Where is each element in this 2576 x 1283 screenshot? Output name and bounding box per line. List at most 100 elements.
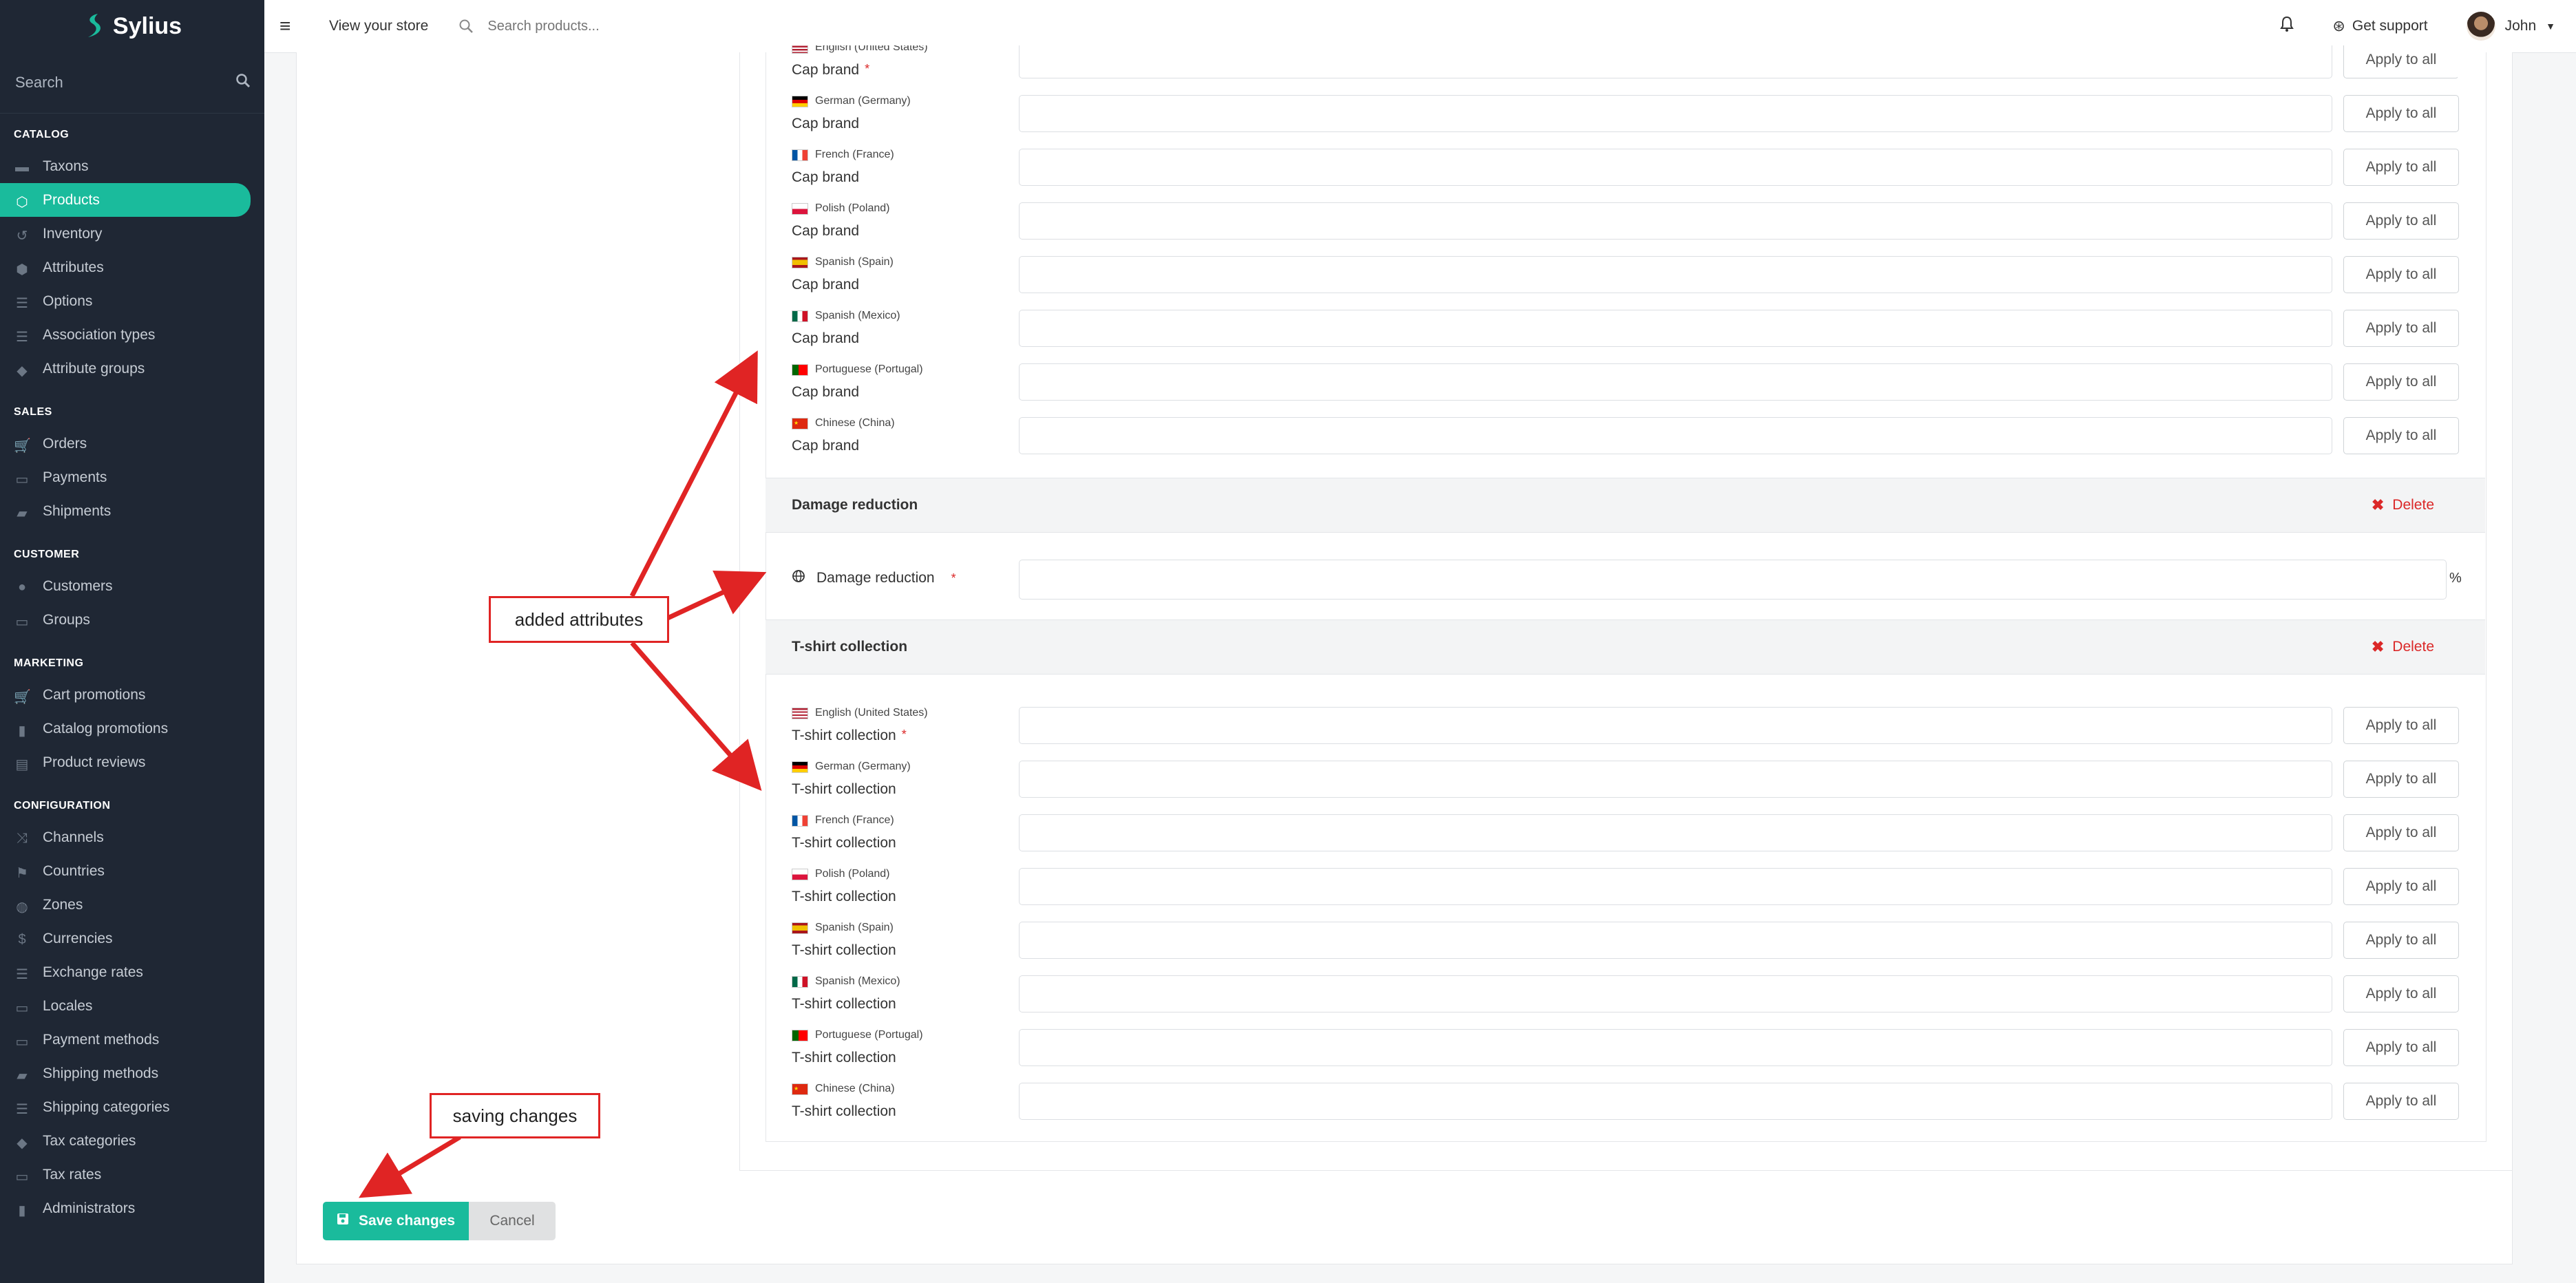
attribute-locale-row: Spanish (Spain) T-shirt collection Apply t… [792, 920, 2459, 974]
sidebar-item-attributes[interactable]: ⬢ Attributes [0, 251, 251, 284]
locale-label: German (Germany) [815, 95, 911, 107]
sidebar-item-groups[interactable]: ▭ Groups [0, 603, 251, 637]
attribute-value-input[interactable] [1019, 1029, 2332, 1066]
attribute-label-text: T-shirt collection [792, 889, 896, 904]
apply-to-all-button[interactable]: Apply to all [2343, 45, 2458, 78]
sidebar-item-tax-rates[interactable]: ▭ Tax rates [0, 1158, 251, 1191]
attribute-value-input[interactable] [1019, 310, 2332, 347]
apply-to-all-button[interactable]: Apply to all [2343, 814, 2459, 851]
cancel-button[interactable]: Cancel [469, 1202, 556, 1240]
attribute-value-input[interactable] [1019, 922, 2332, 959]
sidebar-nav: CATALOG ▬ Taxons ⬡ Products ↺ Inventory ⬢ Attrib… [0, 129, 264, 1225]
sidebar-item-payment-methods[interactable]: ▭ Payment methods [0, 1023, 251, 1057]
locale-label: Polish (Poland) [815, 868, 890, 880]
sidebar-item-taxons[interactable]: ▬ Taxons [0, 149, 251, 183]
caret-down-icon: ▼ [2546, 21, 2555, 32]
sidebar-item-association-types[interactable]: ☰ Association types [0, 318, 251, 352]
sidebar-item-attribute-groups[interactable]: ◆ Attribute groups [0, 352, 251, 385]
attribute-value-input[interactable] [1019, 1083, 2332, 1120]
apply-to-all-button[interactable]: Apply to all [2343, 761, 2459, 798]
sidebar-item-inventory[interactable]: ↺ Inventory [0, 217, 251, 251]
attribute-value-input[interactable] [1019, 417, 2332, 454]
apply-to-all-button[interactable]: Apply to all [2343, 149, 2459, 186]
apply-to-all-button[interactable]: Apply to all [2343, 922, 2459, 959]
search-icon[interactable] [235, 73, 251, 92]
attribute-label: T-shirt collection [792, 889, 896, 905]
attribute-value-input[interactable] [1019, 975, 2332, 1012]
apply-to-all-button[interactable]: Apply to all [2343, 363, 2459, 401]
apply-to-all-button[interactable]: Apply to all [2343, 1029, 2459, 1066]
user-menu[interactable]: John ▼ [2466, 12, 2555, 41]
attribute-value-input[interactable] [1019, 868, 2332, 905]
attribute-label: Cap brand [792, 330, 859, 347]
apply-to-all-button[interactable]: Apply to all [2343, 310, 2459, 347]
flag-pl-icon [792, 868, 808, 880]
attribute-value-input[interactable] [1019, 45, 2332, 78]
apply-to-all-button[interactable]: Apply to all [2343, 256, 2459, 293]
view-store-link[interactable]: View your store [329, 18, 428, 34]
payment-icon: ▭ [15, 471, 29, 487]
attribute-value-input[interactable] [1019, 202, 2332, 240]
sidebar-section-title: SALES [14, 406, 52, 418]
attribute-label-text: Cap brand [792, 438, 860, 454]
sidebar-item-countries[interactable]: ⚑ Countries [0, 854, 251, 888]
attribute-locale-row: Spanish (Mexico) Cap brand Apply to all [792, 308, 2459, 362]
apply-to-all-button[interactable]: Apply to all [2343, 975, 2459, 1012]
sidebar-item-products[interactable]: ⬡ Products [0, 183, 251, 217]
apply-to-all-button[interactable]: Apply to all [2343, 95, 2459, 132]
menu-toggle-icon[interactable]: ≡ [279, 15, 304, 37]
sidebar-item-shipping-methods[interactable]: ▰ Shipping methods [0, 1057, 251, 1090]
sidebar-item-tax-categories[interactable]: ◆ Tax categories [0, 1124, 251, 1158]
sidebar-item-currencies[interactable]: $ Currencies [0, 922, 251, 955]
apply-to-all-button[interactable]: Apply to all [2343, 202, 2459, 240]
attribute-value-input[interactable] [1019, 149, 2332, 186]
product-search-input[interactable] [486, 17, 765, 35]
save-changes-button[interactable]: Save changes [323, 1202, 469, 1240]
sidebar-item-shipments[interactable]: ▰ Shipments [0, 494, 251, 528]
sidebar-item-channels[interactable]: ⤨ Channels [0, 820, 251, 854]
sidebar-item-catalog-promotions[interactable]: ▮ Catalog promotions [0, 712, 251, 745]
sidebar-item-cart-promotions[interactable]: 🛒 Cart promotions [0, 678, 251, 712]
damage-reduction-input[interactable] [1019, 560, 2447, 600]
logo[interactable]: Sylius [0, 0, 264, 52]
cube-icon: ⬡ [16, 194, 28, 210]
flag-pt-icon [792, 1029, 808, 1041]
sidebar-search-input[interactable] [14, 73, 196, 92]
sidebar-item-customers[interactable]: ● Customers [0, 569, 251, 603]
cubes-icon: ⬢ [16, 262, 28, 277]
attribute-value-input[interactable] [1019, 363, 2332, 401]
sidebar-item-administrators[interactable]: ▮ Administrators [0, 1191, 251, 1225]
attribute-value-input[interactable] [1019, 95, 2332, 132]
attribute-locale-row: Polish (Poland) T-shirt collection Apply t… [792, 867, 2459, 920]
app-root: Sylius CATALOG ▬ Taxons ⬡ Products ↺ Inventory… [0, 0, 2576, 1283]
attribute-value-input[interactable] [1019, 256, 2332, 293]
sidebar-item-product-reviews[interactable]: ▤ Product reviews [0, 745, 251, 779]
attribute-value-input[interactable] [1019, 814, 2332, 851]
attribute-locale-row: German (Germany) Cap brand Apply to all [792, 94, 2459, 147]
locale-name: German (Germany) [792, 761, 911, 773]
bell-icon[interactable] [2280, 16, 2294, 36]
sidebar-item-zones[interactable]: ◍ Zones [0, 888, 251, 922]
sidebar-item-orders[interactable]: 🛒 Orders [0, 427, 251, 460]
delete-tshirt-collection-button[interactable]: ✖ Delete [2372, 638, 2434, 656]
apply-to-all-button[interactable]: Apply to all [2343, 1083, 2459, 1120]
apply-to-all-button[interactable]: Apply to all [2343, 868, 2459, 905]
attribute-locale-row: Spanish (Spain) Cap brand Apply to all [792, 255, 2459, 308]
attribute-value-input[interactable] [1019, 761, 2332, 798]
attribute-label: Cap brand [792, 116, 859, 132]
attribute-value-input[interactable] [1019, 707, 2332, 744]
delete-damage-reduction-button[interactable]: ✖ Delete [2372, 496, 2434, 514]
damage-reduction-row: Damage reduction * % [792, 560, 2462, 601]
sidebar-item-options[interactable]: ☰ Options [0, 284, 251, 318]
apply-to-all-button[interactable]: Apply to all [2343, 417, 2459, 454]
sidebar-item-label: Currencies [43, 930, 113, 946]
sidebar-item-payments[interactable]: ▭ Payments [0, 460, 251, 494]
money-icon: ▭ [15, 1169, 29, 1185]
get-support-link[interactable]: ⊛ Get support [2332, 17, 2427, 35]
apply-to-all-button[interactable]: Apply to all [2343, 707, 2459, 744]
locale-name: Spanish (Mexico) [792, 975, 900, 988]
sidebar-item-locales[interactable]: ▭ Locales [0, 989, 251, 1023]
sidebar-item-shipping-categories[interactable]: ☰ Shipping categories [0, 1090, 251, 1124]
sidebar-item-exchange-rates[interactable]: ☰ Exchange rates [0, 955, 251, 989]
flag-pl-icon [792, 202, 808, 215]
